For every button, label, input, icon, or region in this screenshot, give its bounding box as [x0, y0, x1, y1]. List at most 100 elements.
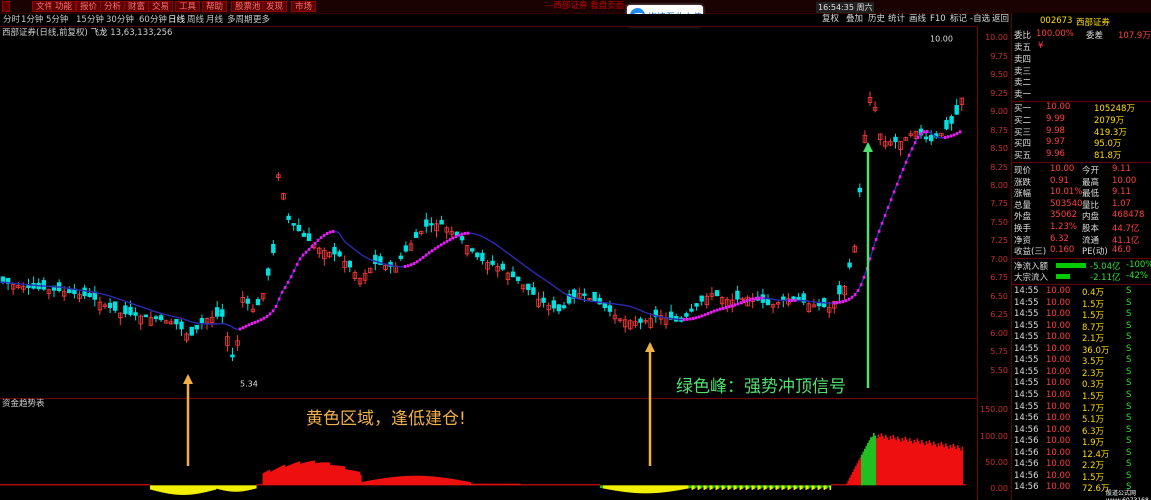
sell-label: 卖五	[1014, 43, 1032, 53]
ma-up-mark	[886, 206, 890, 210]
candle-body	[413, 232, 419, 238]
indicator-bar	[501, 483, 503, 486]
indicator-bar	[820, 485, 823, 489]
indicator-bar	[615, 485, 617, 491]
indicator-bar	[507, 483, 509, 486]
buy-vol: 419.3万	[1094, 127, 1127, 138]
indicator-bar	[363, 481, 365, 486]
ma-up-mark	[409, 263, 413, 267]
indicator-panel-title: 资金趋势表	[2, 399, 45, 409]
indicator-bar	[781, 485, 784, 490]
indicator-bar	[559, 484, 562, 486]
menu-4[interactable]: 财富	[124, 1, 150, 12]
indicator-bar	[192, 485, 194, 495]
indicator-bar	[219, 485, 221, 490]
indicator-bar	[37, 484, 40, 486]
indicator-bar	[406, 475, 409, 486]
indicator-bar	[244, 485, 247, 491]
period-2[interactable]: 5分钟	[46, 14, 68, 26]
indicator-bar	[292, 463, 295, 486]
chart-tool-4[interactable]: 画线	[909, 13, 926, 25]
indicator-bar	[646, 485, 649, 494]
menu-7[interactable]: 帮助	[202, 1, 228, 12]
menu-2[interactable]: 报价	[76, 1, 102, 12]
indicator-bar	[108, 484, 110, 486]
indicator-bar	[546, 484, 548, 486]
chart-tool-7[interactable]: -自选	[970, 13, 990, 25]
indicator-bar	[67, 484, 70, 486]
ma-up-mark	[835, 301, 839, 305]
ma-up-mark	[424, 253, 428, 257]
menu-8[interactable]: 股票池	[231, 1, 265, 12]
period-1[interactable]: 1分钟	[21, 14, 43, 26]
menu-1[interactable]: 功能	[51, 1, 77, 12]
period-8[interactable]: 月线	[206, 14, 223, 26]
kline-chart[interactable]: 5.34 10.00	[0, 26, 978, 500]
indicator-bar	[520, 484, 523, 486]
chart-tool-6[interactable]: 标记	[950, 13, 967, 25]
indicator-bar	[807, 485, 809, 490]
period-4[interactable]: 30分钟	[106, 14, 134, 26]
indicator-bar	[522, 484, 524, 486]
indicator-bar	[453, 479, 455, 486]
indicator-bar	[928, 440, 931, 486]
indicator-bar	[549, 484, 551, 486]
chart-tool-2[interactable]: 历史	[868, 13, 885, 25]
indicator-bar	[175, 485, 178, 495]
indicator-bar	[211, 485, 214, 491]
period-6[interactable]: 日线	[168, 14, 185, 26]
ma-up-mark	[727, 305, 731, 309]
indicator-bar	[259, 484, 262, 486]
period-9[interactable]: 多周期	[227, 14, 253, 26]
candle-body	[128, 306, 133, 315]
indicator-bar	[876, 438, 878, 486]
indicator-bar	[249, 485, 251, 490]
menu-5[interactable]: 交易	[148, 1, 174, 12]
chart-tool-3[interactable]: 统计	[888, 13, 905, 25]
indicator-bar	[652, 485, 655, 494]
menu-9[interactable]: 发现	[262, 1, 288, 12]
chart-tool-5[interactable]: F10	[930, 13, 946, 25]
indicator-bar	[27, 484, 29, 486]
chart-tool-0[interactable]: 复权	[822, 13, 839, 25]
indicator-bar	[459, 480, 461, 486]
buy-label: 买二	[1014, 115, 1032, 126]
ma-up-mark	[901, 167, 905, 171]
indicator-bar	[771, 485, 773, 490]
menu-10[interactable]: 市场	[291, 1, 317, 12]
period-10[interactable]: 更多	[253, 14, 270, 26]
period-3[interactable]: 15分钟	[76, 14, 104, 26]
menu-6[interactable]: 工具	[175, 1, 201, 12]
indicator-bar	[961, 446, 964, 486]
indicator-bar	[75, 484, 77, 486]
indicator-bar	[66, 484, 68, 486]
candle-body	[735, 290, 740, 300]
ma-up-mark	[859, 283, 863, 287]
chart-tool-8[interactable]: 返回	[992, 13, 1009, 25]
indicator-bar	[90, 484, 92, 486]
indicator-bar	[745, 485, 748, 490]
indicator-bar	[318, 462, 320, 486]
indicator-bar	[946, 446, 949, 486]
period-5[interactable]: 60分钟	[139, 14, 167, 26]
app-logo-icon	[2, 1, 10, 12]
candle-body	[286, 215, 291, 220]
indicator-bar	[700, 485, 703, 489]
period-0[interactable]: 分时	[3, 14, 20, 26]
indicator-bar	[370, 480, 373, 486]
indicator-bar	[795, 485, 797, 490]
ma-up-mark	[295, 262, 299, 266]
indicator-bar	[183, 485, 185, 495]
chart-tool-1[interactable]: 叠加	[846, 13, 863, 25]
flow-label: 大宗流入	[1014, 273, 1049, 284]
indicator-bar	[691, 485, 694, 490]
indicator-bar	[609, 485, 611, 490]
menu-3[interactable]: 分析	[100, 1, 126, 12]
period-7[interactable]: 周线	[187, 14, 204, 26]
indicator-bar	[898, 439, 901, 486]
ma-up-mark	[436, 245, 440, 249]
indicator-bar	[871, 436, 874, 486]
indicator-bar	[262, 473, 265, 486]
indicator-bar	[891, 438, 893, 486]
indicator-bar	[904, 436, 907, 486]
